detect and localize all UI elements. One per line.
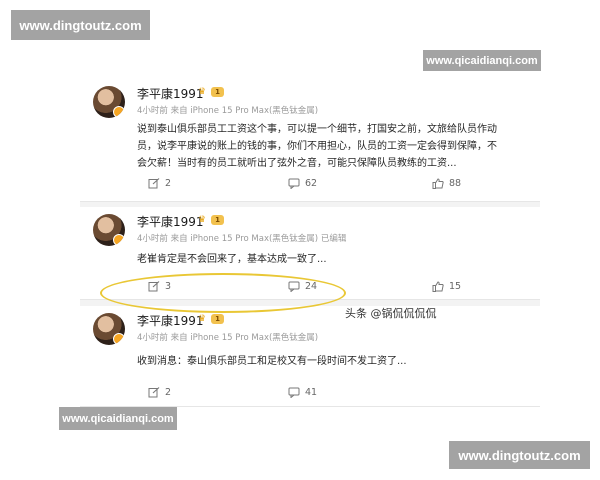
thumbs-up-icon (432, 178, 444, 189)
post-body: 收到消息：泰山俱乐部员工和足校又有一段时间不发工资了... (137, 353, 532, 370)
avatar[interactable] (93, 86, 125, 118)
repost-button[interactable]: 2 (148, 387, 171, 398)
like-button[interactable]: 88 (432, 178, 461, 189)
level-badge: 1 (211, 314, 224, 324)
comment-button[interactable]: 41 (288, 387, 317, 398)
comment-count: 62 (305, 178, 318, 189)
post-actions: 2 62 88 (80, 178, 540, 192)
post-meta: 4小时前 来自 iPhone 15 Pro Max(黑色钛金属) (137, 106, 319, 116)
like-button[interactable]: 15 (432, 281, 461, 292)
avatar[interactable] (93, 214, 125, 246)
post-body: 老崔肯定是不会回来了，基本达成一致了... (137, 251, 532, 268)
post-meta: 4小时前 来自 iPhone 15 Pro Max(黑色钛金属) (137, 333, 319, 343)
avatar[interactable] (93, 313, 125, 345)
repost-icon (148, 178, 160, 189)
post-line: 说到泰山俱乐部员工工资这个事，可以提一个细节，打国安之前，文旅给队员作动 (137, 124, 497, 135)
repost-icon (148, 387, 160, 398)
repost-button[interactable]: 2 (148, 178, 171, 189)
post-line: 会欠薪！当时有的员工就听出了弦外之音，可能只保障队员教练的工资... (137, 158, 457, 169)
like-count: 15 (449, 281, 462, 292)
post-body: 说到泰山俱乐部员工工资这个事，可以提一个细节，打国安之前，文旅给队员作动 员，说… (137, 121, 532, 172)
post-line: 收到消息：泰山俱乐部员工和足校又有一段时间不发工资了... (137, 356, 407, 367)
vip-crown-icon: ♛ (198, 87, 207, 97)
repost-count: 2 (165, 387, 172, 398)
level-badge: 1 (211, 87, 224, 97)
verified-badge-icon (113, 106, 125, 118)
weibo-screenshot: 李平康1991 ♛ 1 4小时前 来自 iPhone 15 Pro Max(黑色… (80, 79, 540, 407)
post-actions: 2 41 (80, 387, 540, 401)
watermark-top-left: www.dingtoutz.com (11, 10, 150, 40)
like-count: 88 (449, 178, 462, 189)
watermark-bottom-right: www.dingtoutz.com (449, 441, 590, 469)
verified-badge-icon (113, 234, 125, 246)
vip-crown-icon: ♛ (198, 215, 207, 225)
comment-button[interactable]: 62 (288, 178, 317, 189)
thumbs-up-icon (432, 281, 444, 292)
author-name[interactable]: 李平康1991 (137, 312, 204, 329)
verified-badge-icon (113, 333, 125, 345)
source-label: 头条 @锅侃侃侃侃 (345, 307, 437, 320)
post-card: 李平康1991 ♛ 1 4小时前 来自 iPhone 15 Pro Max(黑色… (80, 79, 540, 202)
repost-count: 2 (165, 178, 172, 189)
comment-count: 41 (305, 387, 318, 398)
author-name[interactable]: 李平康1991 (137, 85, 204, 102)
level-badge: 1 (211, 215, 224, 225)
comment-icon (288, 387, 300, 398)
author-name[interactable]: 李平康1991 (137, 213, 204, 230)
watermark-top-right: www.qicaidianqi.com (423, 50, 541, 71)
post-card: 李平康1991 ♛ 1 4小时前 来自 iPhone 15 Pro Max(黑色… (80, 306, 540, 407)
post-line: 员，说李平康说的账上的钱的事，你们不用担心，队员的工资一定会得到保障，不 (137, 141, 497, 152)
post-meta: 4小时前 来自 iPhone 15 Pro Max(黑色钛金属) 已编辑 (137, 234, 347, 244)
post-line: 老崔肯定是不会回来了，基本达成一致了... (137, 254, 327, 265)
highlight-ellipse (100, 273, 346, 313)
comment-icon (288, 178, 300, 189)
vip-crown-icon: ♛ (198, 314, 207, 324)
watermark-bottom-left: www.qicaidianqi.com (59, 407, 177, 430)
